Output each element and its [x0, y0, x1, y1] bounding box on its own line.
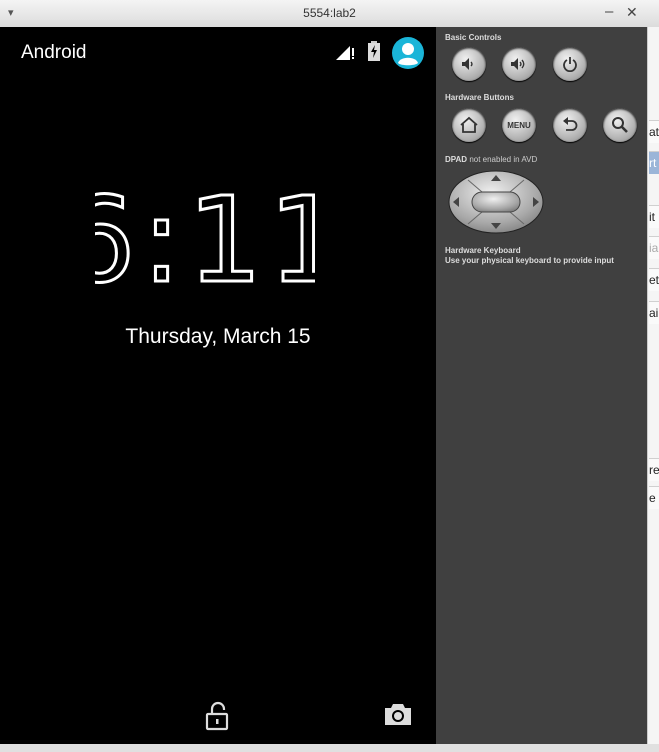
search-button[interactable] — [603, 108, 637, 142]
background-fragment: ai — [649, 301, 659, 324]
dpad-note: not enabled in AVD — [469, 155, 538, 164]
back-icon — [563, 117, 578, 131]
volume-down-icon — [462, 58, 473, 70]
search-icon — [612, 117, 628, 133]
minimize-button[interactable]: – — [605, 3, 613, 20]
hardware-keyboard-label: Hardware Keyboard — [445, 246, 521, 255]
power-button[interactable] — [553, 47, 587, 81]
dpad-title: DPAD — [445, 155, 468, 164]
unlock-icon[interactable] — [205, 701, 231, 731]
home-button[interactable] — [452, 108, 486, 142]
back-button[interactable] — [553, 108, 587, 142]
hardware-buttons-label: Hardware Buttons — [445, 93, 514, 102]
dpad-control[interactable] — [448, 170, 544, 234]
user-avatar-icon[interactable] — [392, 37, 424, 69]
window-title: 5554:lab2 — [303, 6, 356, 20]
background-fragment: re — [649, 458, 659, 481]
volume-up-button[interactable] — [502, 47, 536, 81]
dpad-center-button — [471, 191, 521, 213]
camera-icon[interactable] — [383, 701, 413, 727]
emulator-controls-panel: Basic Controls Hardware Buttons MENU DPA… — [436, 27, 647, 744]
basic-controls-label: Basic Controls — [445, 33, 502, 42]
dpad-label: DPAD not enabled in AVD — [445, 155, 537, 164]
svg-text:6:11: 6:11 — [95, 189, 315, 289]
menu-button[interactable]: MENU — [502, 108, 536, 142]
background-fragment: rt — [649, 151, 659, 174]
carrier-label: Android — [21, 42, 87, 63]
volume-up-icon — [511, 58, 525, 70]
background-window: at rt it ia et ai re e — [647, 27, 659, 752]
menu-button-label: MENU — [507, 120, 531, 130]
background-fragment: e — [649, 486, 659, 509]
power-icon — [563, 57, 577, 72]
hardware-keyboard-hint: Use your physical keyboard to provide in… — [445, 256, 614, 265]
close-button[interactable]: ✕ — [626, 4, 638, 21]
clock-digits: 6:11 — [59, 170, 345, 311]
lockscreen-date: Thursday, March 15 — [125, 325, 311, 348]
emulator-screen[interactable]: Android 6:11 Thursday, March 15 — [0, 27, 436, 744]
hardware-keyboard-info: Hardware Keyboard Use your physical keyb… — [445, 246, 614, 266]
background-fragment: at — [649, 120, 659, 143]
lockscreen-clock: 6:11 — [0, 170, 410, 311]
background-fragment: et — [649, 268, 659, 291]
battery-charging-icon — [368, 41, 380, 61]
background-fragment: it — [649, 205, 659, 228]
volume-down-button[interactable] — [452, 47, 486, 81]
signal-icon — [336, 46, 354, 60]
window-titlebar: ▾ 5554:lab2 – ✕ — [0, 0, 659, 28]
home-icon — [460, 116, 478, 133]
window-bottom-edge — [0, 744, 659, 752]
background-fragment: ia — [649, 236, 659, 259]
